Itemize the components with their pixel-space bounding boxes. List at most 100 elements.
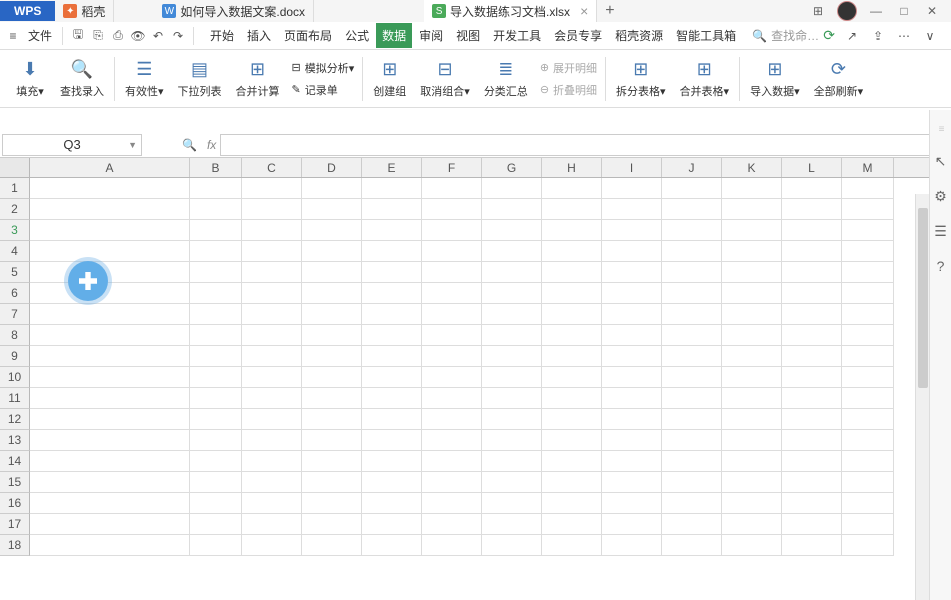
row-header-2[interactable]: 2	[0, 199, 30, 220]
cells[interactable]	[30, 178, 894, 556]
cell[interactable]	[722, 409, 782, 430]
tab-formula[interactable]: 公式	[339, 23, 375, 48]
cell[interactable]	[302, 451, 362, 472]
tab-member[interactable]: 会员专享	[548, 23, 608, 48]
cell[interactable]	[190, 388, 242, 409]
cell[interactable]	[602, 283, 662, 304]
cell[interactable]	[30, 304, 190, 325]
cell[interactable]	[242, 304, 302, 325]
cell[interactable]	[362, 430, 422, 451]
cell[interactable]	[302, 304, 362, 325]
cell[interactable]	[662, 535, 722, 556]
cursor-icon[interactable]: ↖	[935, 153, 947, 170]
cell[interactable]	[782, 346, 842, 367]
cell[interactable]	[190, 178, 242, 199]
cell[interactable]	[722, 388, 782, 409]
cell[interactable]	[242, 472, 302, 493]
cell[interactable]	[482, 325, 542, 346]
cell[interactable]	[722, 283, 782, 304]
cell[interactable]	[482, 430, 542, 451]
cell[interactable]	[362, 283, 422, 304]
cell[interactable]	[30, 388, 190, 409]
tab-devtools[interactable]: 开发工具	[487, 23, 547, 48]
cell[interactable]	[30, 178, 190, 199]
cell[interactable]	[362, 262, 422, 283]
cell[interactable]	[542, 325, 602, 346]
cell[interactable]	[422, 367, 482, 388]
row-header-13[interactable]: 13	[0, 430, 30, 451]
cell[interactable]	[422, 199, 482, 220]
save-icon[interactable]: 🖫	[69, 27, 87, 45]
cell[interactable]	[722, 367, 782, 388]
cell[interactable]	[542, 220, 602, 241]
cell[interactable]	[422, 220, 482, 241]
cell[interactable]	[662, 199, 722, 220]
cell[interactable]	[602, 493, 662, 514]
cell[interactable]	[602, 262, 662, 283]
cell[interactable]	[662, 367, 722, 388]
refresh-all-button[interactable]: ⟳ 全部刷新▾	[808, 57, 870, 101]
cell[interactable]	[542, 535, 602, 556]
cell[interactable]	[842, 199, 894, 220]
consolidate-button[interactable]: ⊞ 合并计算	[230, 57, 286, 101]
cell[interactable]	[782, 325, 842, 346]
cell[interactable]	[722, 493, 782, 514]
dropdown-icon[interactable]: ▼	[128, 140, 137, 150]
col-header-D[interactable]: D	[302, 158, 362, 177]
cell[interactable]	[362, 451, 422, 472]
grip-icon[interactable]: ≡	[939, 124, 943, 135]
tab-insert[interactable]: 插入	[241, 23, 277, 48]
cell[interactable]	[362, 304, 422, 325]
redo-icon[interactable]: ↷	[169, 27, 187, 45]
cell[interactable]	[302, 472, 362, 493]
cell[interactable]	[242, 262, 302, 283]
cell[interactable]	[362, 199, 422, 220]
cell[interactable]	[362, 367, 422, 388]
cell[interactable]	[722, 220, 782, 241]
cell[interactable]	[422, 325, 482, 346]
close-button[interactable]: ✕	[923, 4, 941, 18]
cell[interactable]	[542, 199, 602, 220]
cell[interactable]	[542, 493, 602, 514]
cell[interactable]	[602, 388, 662, 409]
cell[interactable]	[422, 262, 482, 283]
cell[interactable]	[190, 262, 242, 283]
cell[interactable]	[782, 409, 842, 430]
cell[interactable]	[842, 283, 894, 304]
cell[interactable]	[482, 451, 542, 472]
col-header-E[interactable]: E	[362, 158, 422, 177]
cell[interactable]	[242, 430, 302, 451]
cell[interactable]	[602, 472, 662, 493]
cell[interactable]	[842, 241, 894, 262]
cell[interactable]	[482, 514, 542, 535]
cell[interactable]	[30, 241, 190, 262]
cell[interactable]	[362, 388, 422, 409]
cell[interactable]	[30, 535, 190, 556]
cell[interactable]	[722, 178, 782, 199]
collapse-ribbon-icon[interactable]: ∨	[921, 27, 939, 45]
cell[interactable]	[302, 325, 362, 346]
cell[interactable]	[542, 262, 602, 283]
row-header-8[interactable]: 8	[0, 325, 30, 346]
cell[interactable]	[662, 346, 722, 367]
cell[interactable]	[242, 283, 302, 304]
cell[interactable]	[190, 493, 242, 514]
cell[interactable]	[722, 514, 782, 535]
cell[interactable]	[30, 220, 190, 241]
cell[interactable]	[482, 409, 542, 430]
row-header-16[interactable]: 16	[0, 493, 30, 514]
row-header-10[interactable]: 10	[0, 367, 30, 388]
dropdown-button[interactable]: ▤ 下拉列表	[172, 57, 228, 101]
col-header-M[interactable]: M	[842, 158, 894, 177]
cell[interactable]	[242, 514, 302, 535]
cell[interactable]	[662, 472, 722, 493]
cell[interactable]	[302, 367, 362, 388]
create-group-button[interactable]: ⊞ 创建组	[367, 57, 412, 101]
cell[interactable]	[722, 199, 782, 220]
col-header-H[interactable]: H	[542, 158, 602, 177]
cell[interactable]	[542, 388, 602, 409]
cell[interactable]	[190, 409, 242, 430]
cell[interactable]	[190, 430, 242, 451]
cell[interactable]	[842, 472, 894, 493]
minimize-button[interactable]: —	[867, 4, 885, 18]
